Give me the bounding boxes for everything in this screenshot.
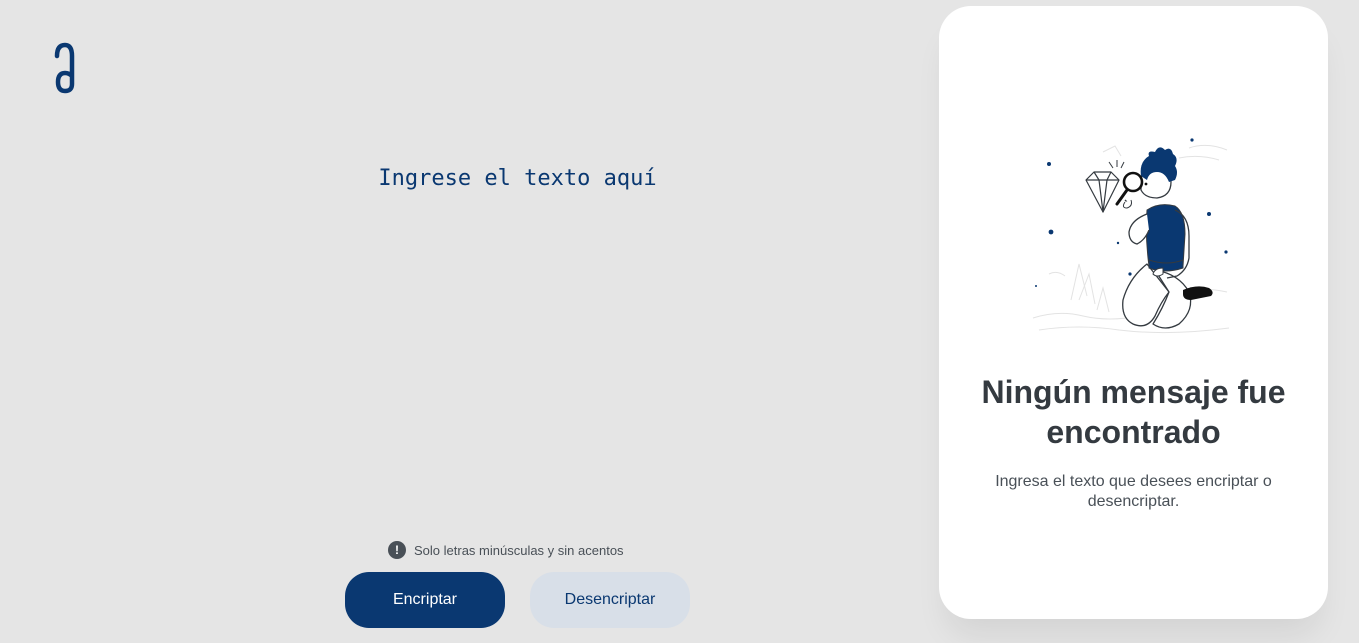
alura-logo-icon[interactable] [50,40,80,96]
empty-state-message: Ingresa el texto que desees encriptar o … [995,473,1272,510]
person-with-magnifying-glass-illustration [1032,138,1230,334]
exclamation-circle-icon: ! [388,541,406,559]
hint-text: Solo letras minúsculas y sin acentos [414,542,624,558]
encrypt-button[interactable]: Encriptar [345,572,505,628]
output-card: Ningún mensaje fue encontrado Ingresa el… [939,6,1328,619]
app-page: ! Solo letras minúsculas y sin acentos E… [0,0,1359,643]
input-hint: ! Solo letras minúsculas y sin acentos [388,540,624,560]
decrypt-button[interactable]: Desencriptar [530,572,690,628]
empty-state-title: Ningún mensaje fue encontrado [981,374,1286,450]
message-input[interactable] [160,150,875,510]
